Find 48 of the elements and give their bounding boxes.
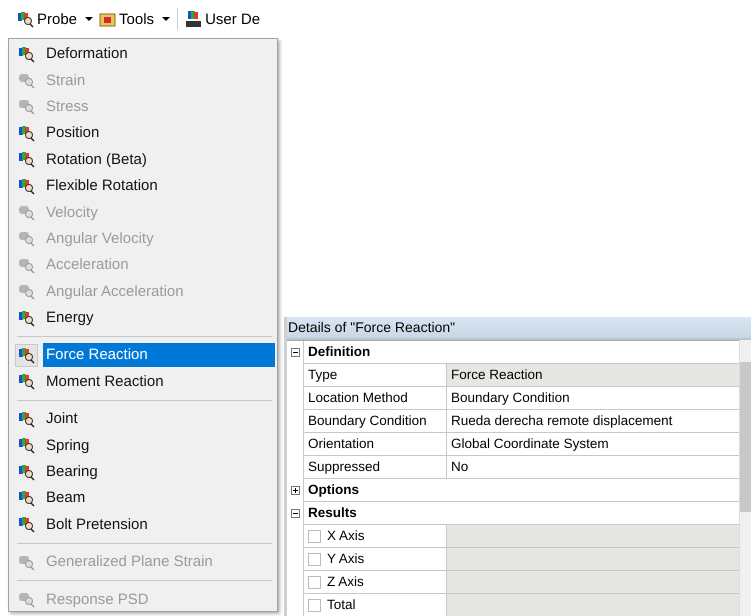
caret-icon [85,17,94,21]
property-value: Force Reaction [446,364,739,387]
probe-icon [15,344,38,367]
menu-item[interactable]: Moment Reaction [43,370,275,394]
property-name: Suppressed [303,456,446,479]
menu-item[interactable]: Beam [43,486,275,510]
menu-item[interactable]: Spring [43,434,275,458]
property-name: Z Axis [327,573,364,591]
property-value: Global Coordinate System [446,433,739,456]
collapse-toggle[interactable] [290,509,300,518]
menu-item[interactable]: Energy [43,306,275,330]
property-value: No [446,456,739,479]
section-header: Options [303,479,739,502]
property-name: Total [327,596,356,614]
menu-item[interactable]: Bearing [43,460,275,484]
probe-icon [16,149,37,170]
expand-toggle[interactable] [290,486,300,495]
probe-icon [16,435,37,456]
checkbox[interactable] [308,598,321,612]
property-name: X Axis [327,527,365,545]
cube-icon [185,10,202,28]
checkbox[interactable] [308,552,321,566]
checkbox[interactable] [308,530,321,542]
property-name: Y Axis [327,550,364,568]
property-value: Rueda derecha remote displacement [446,410,739,433]
probe-icon [16,371,37,392]
property-name: Orientation [303,433,446,456]
menu-item[interactable]: Joint [43,407,275,432]
toolbar-button[interactable]: Tools [96,10,174,28]
property-value: Boundary Condition [446,387,739,410]
menu-item[interactable]: Bolt Pretension [43,512,275,537]
caret-icon [162,17,170,21]
checkbox[interactable] [308,576,321,588]
scrollbar[interactable] [739,340,751,616]
menu-item[interactable]: Deformation [43,42,275,66]
toolbar-button[interactable]: Probe [14,10,96,28]
probe-icon [17,10,34,28]
menu-item[interactable]: Force Reaction [43,343,275,368]
panel-title: Details of "Force Reaction" [287,317,751,340]
menu-item[interactable]: Flexible Rotation [43,174,275,198]
toolbox-icon [99,10,116,28]
property-name: Location Method [303,387,446,410]
probe-icon [16,514,37,536]
menu-item[interactable]: Position [43,121,275,146]
collapse-toggle[interactable] [290,348,300,357]
property-name: Boundary Condition [303,410,446,433]
toolbar-button[interactable]: User De [182,10,264,28]
menu-item[interactable]: Rotation (Beta) [43,148,275,172]
